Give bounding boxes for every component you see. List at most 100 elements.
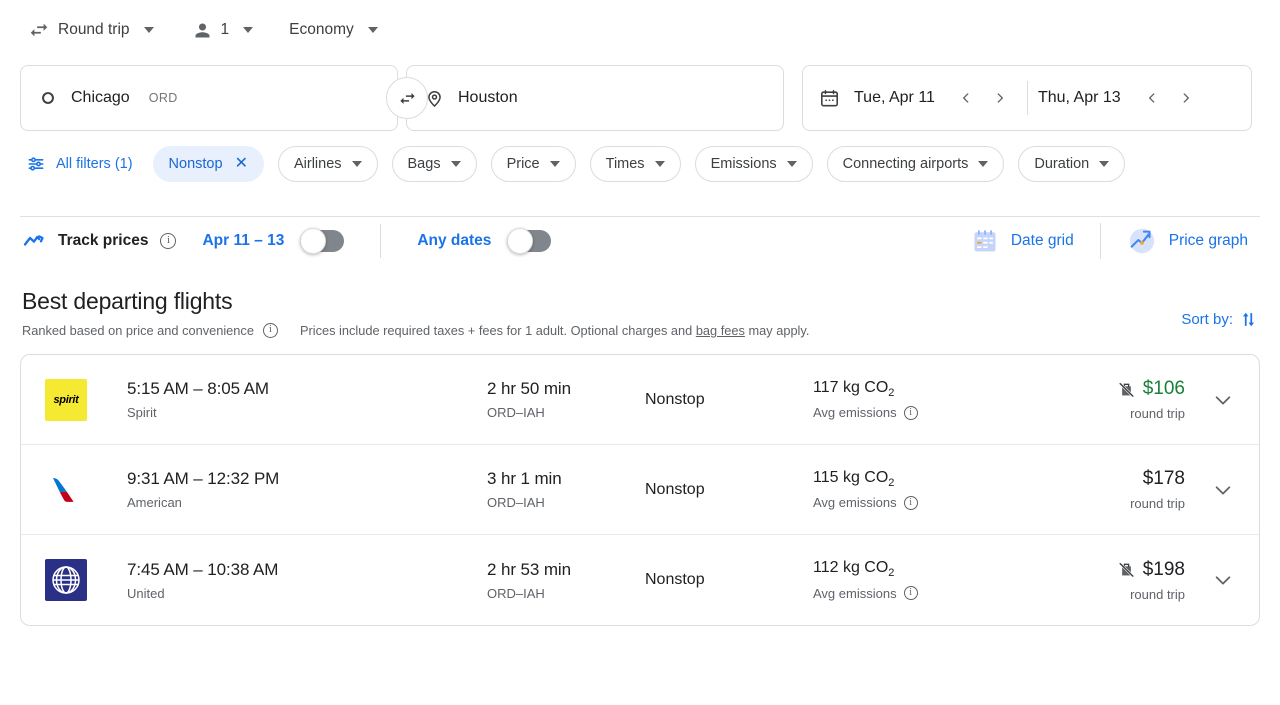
emissions-amount: 115 kg CO [813, 468, 889, 486]
origin-destination-group: Chicago ORD Houston [20, 65, 784, 131]
track-prices-label: Track prices [58, 232, 149, 249]
return-next-day-button[interactable] [1169, 81, 1203, 115]
flight-duration: 2 hr 53 min [487, 559, 571, 579]
fees-note-after: may apply. [744, 323, 810, 338]
emissions-amount: 117 kg CO [813, 378, 889, 396]
co2-subscript: 2 [888, 567, 895, 580]
departure-next-day-button[interactable] [983, 81, 1017, 115]
chevron-down-icon [243, 27, 254, 33]
fees-note: Prices include required taxes + fees for… [300, 322, 809, 340]
united-airlines-logo [45, 559, 87, 601]
return-date-segment[interactable]: Thu, Apr 13 [1038, 81, 1203, 115]
filter-chip-duration[interactable]: Duration [1018, 146, 1126, 182]
price-row: $106 [1013, 378, 1185, 400]
co2-subscript: 2 [888, 477, 895, 490]
person-icon [192, 20, 213, 41]
close-icon[interactable]: ✕ [235, 156, 248, 172]
expand-flight-button[interactable] [1203, 479, 1243, 501]
chevron-left-icon [1148, 93, 1155, 103]
flight-duration-cell: 2 hr 53 min ORD–IAH [487, 560, 645, 601]
filter-chip-connecting-airports[interactable]: Connecting airports [826, 146, 1005, 182]
sort-by-button[interactable]: Sort by: [1181, 310, 1258, 329]
trip-type-selector[interactable]: Round trip [22, 12, 160, 48]
all-filters-button[interactable]: All filters (1) [26, 154, 139, 174]
emissions-amount: 112 kg CO [813, 559, 889, 577]
airline-name: American [127, 495, 182, 510]
filter-chip-label: Duration [1034, 156, 1090, 172]
origin-input[interactable]: Chicago ORD [20, 65, 398, 131]
filter-chip-nonstop[interactable]: Nonstop ✕ [152, 146, 264, 182]
flight-times-cell: 7:45 AM – 10:38 AM United [127, 560, 487, 601]
emissions-label: Avg emissions [813, 585, 897, 601]
expand-flight-button[interactable] [1203, 569, 1243, 591]
departure-prev-day-button[interactable] [949, 81, 983, 115]
view-switchers: Date grid Price graph [961, 220, 1258, 262]
origin-city: Chicago [71, 89, 130, 106]
airline-logo-cell: spirit [45, 378, 127, 421]
passengers-selector[interactable]: 1 [186, 12, 260, 48]
filter-chip-price[interactable]: Price [490, 146, 576, 182]
price-graph-button[interactable]: Price graph [1117, 220, 1258, 262]
flight-price: $198 [1142, 558, 1185, 580]
chevron-right-icon [1183, 93, 1189, 103]
track-date-range-label: Apr 11 – 13 [202, 232, 285, 249]
table-row[interactable]: 9:31 AM – 12:32 PM American 3 hr 1 min O… [21, 445, 1259, 535]
tune-icon [26, 154, 46, 174]
bag-fees-link[interactable]: bag fees [696, 323, 745, 338]
date-divider [1026, 81, 1028, 115]
emissions-note: Avg emissions i [813, 495, 1013, 510]
filter-chip-times[interactable]: Times [589, 146, 681, 182]
table-row[interactable]: 7:45 AM – 10:38 AM United 2 hr 53 min OR… [21, 535, 1259, 625]
departure-date-segment[interactable]: Tue, Apr 11 [854, 81, 1017, 115]
any-dates-toggle[interactable] [507, 228, 552, 254]
cabin-class-selector[interactable]: Economy [283, 12, 384, 48]
swap-origin-destination-button[interactable] [386, 77, 428, 119]
emissions-value: 112 kg CO2 [813, 559, 1013, 579]
destination-city: Houston [458, 89, 518, 106]
toggle-knob [300, 228, 327, 254]
table-row[interactable]: spirit 5:15 AM – 8:05 AM Spirit 2 hr 50 … [21, 355, 1259, 445]
track-prices-row: Track prices i Apr 11 – 13 Any dates Dat… [0, 210, 1280, 272]
emissions-note: Avg emissions i [813, 405, 1013, 420]
airline-name: Spirit [127, 405, 157, 420]
filter-chip-label: Connecting airports [842, 156, 969, 172]
flight-duration: 2 hr 50 min [487, 379, 571, 398]
flight-times: 5:15 AM – 8:05 AM [127, 379, 269, 398]
emissions-note: Avg emissions i [813, 586, 1013, 601]
info-icon[interactable]: i [903, 495, 918, 510]
info-icon[interactable]: i [903, 586, 918, 601]
chevron-down-icon [786, 161, 797, 167]
flight-price: $106 [1142, 378, 1185, 399]
return-prev-day-button[interactable] [1135, 81, 1169, 115]
flight-price-cell: $198 round trip [1013, 559, 1203, 602]
info-icon[interactable]: i [160, 233, 177, 249]
info-icon[interactable]: i [262, 323, 278, 338]
chevron-down-icon [654, 161, 665, 167]
destination-input[interactable]: Houston [406, 65, 784, 131]
passengers-count: 1 [220, 21, 230, 38]
trip-options-bar: Round trip 1 Economy [0, 0, 1280, 60]
any-dates-label: Any dates [417, 232, 492, 249]
sort-by-label: Sort by: [1181, 311, 1233, 328]
american-airlines-logo [45, 469, 87, 511]
flight-route: ORD–IAH [487, 585, 545, 601]
chevron-down-icon [1215, 395, 1231, 405]
flight-times: 9:31 AM – 12:32 PM [127, 469, 280, 488]
co2-subscript: 2 [888, 387, 895, 400]
info-icon[interactable]: i [903, 405, 918, 420]
fees-note-before: Prices include required taxes + fees for… [299, 323, 696, 338]
filter-chip-bags[interactable]: Bags [391, 146, 477, 182]
track-divider [380, 224, 382, 258]
track-date-range-toggle[interactable] [300, 228, 345, 254]
airline-name: United [127, 585, 165, 601]
flight-price-cell: $178 round trip [1013, 468, 1203, 511]
chevron-down-icon [978, 161, 989, 167]
flight-emissions-cell: 112 kg CO2 Avg emissions i [813, 559, 1013, 601]
date-grid-label: Date grid [1010, 232, 1074, 249]
filter-chip-airlines[interactable]: Airlines [277, 146, 378, 182]
filter-chip-emissions[interactable]: Emissions [694, 146, 813, 182]
expand-flight-button[interactable] [1203, 389, 1243, 411]
return-date-label: Thu, Apr 13 [1037, 89, 1121, 106]
swap-arrows-icon [399, 92, 415, 104]
date-grid-button[interactable]: Date grid [961, 221, 1084, 261]
